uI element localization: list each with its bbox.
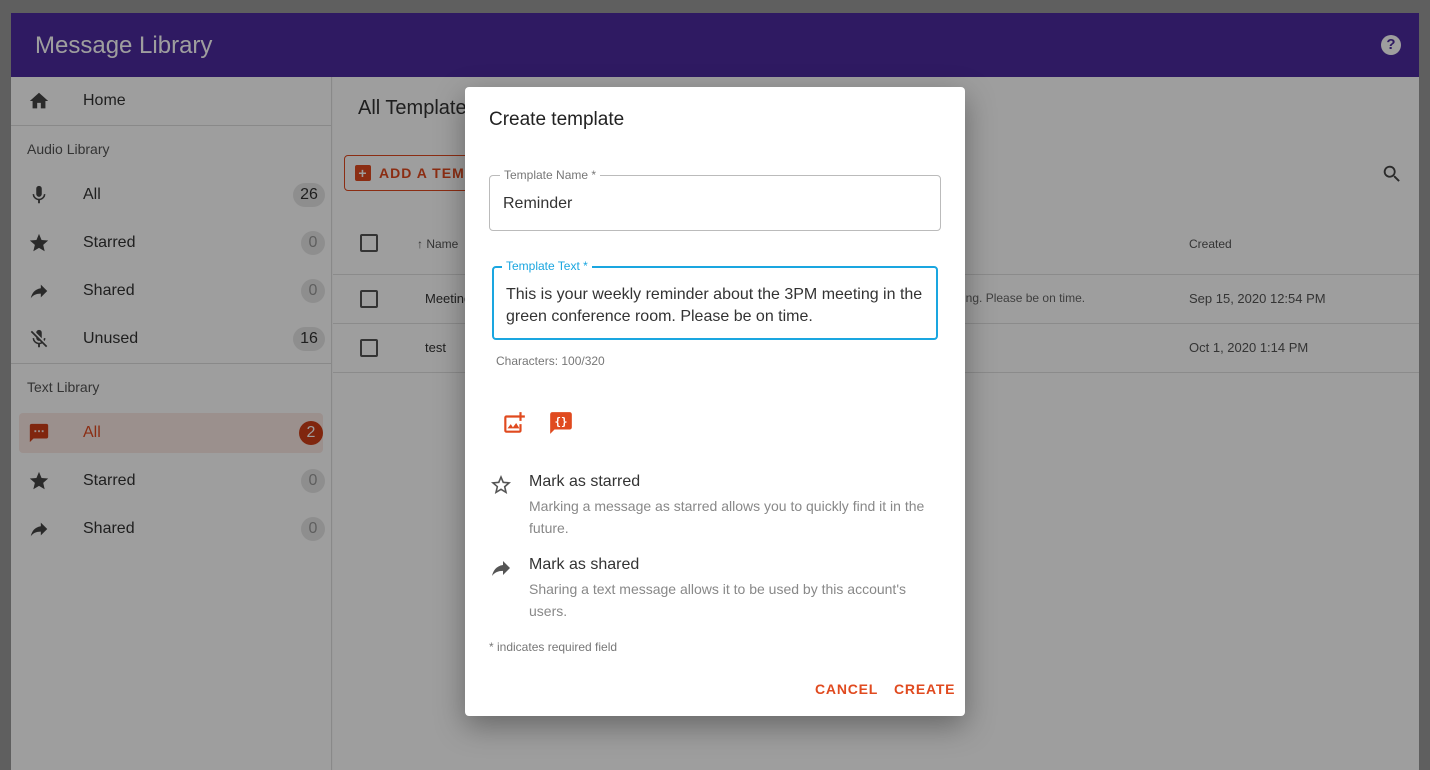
template-text-field[interactable]: Template Text * This is your weekly remi… <box>492 259 938 340</box>
insert-image-button[interactable] <box>501 410 527 436</box>
code-braces-icon: {} <box>550 412 572 434</box>
cancel-button[interactable]: CANCEL <box>815 681 878 697</box>
template-text-input[interactable]: This is your weekly reminder about the 3… <box>506 284 926 334</box>
character-count: Characters: 100/320 <box>496 354 605 368</box>
template-name-input[interactable]: Reminder <box>503 195 572 213</box>
svg-text:{}: {} <box>554 415 567 428</box>
share-arrow-icon[interactable] <box>489 556 513 580</box>
dialog-title: Create template <box>489 109 625 130</box>
template-name-label: Template Name * <box>500 168 601 182</box>
shared-option-title: Mark as shared <box>529 556 640 573</box>
insert-variable-button[interactable]: {} <box>548 410 574 436</box>
template-name-field[interactable]: Template Name * Reminder <box>489 168 941 231</box>
template-text-label: Template Text * <box>502 259 592 273</box>
starred-option-description: Marking a message as starred allows you … <box>529 498 925 536</box>
starred-option-title: Mark as starred <box>529 473 641 490</box>
star-outline-icon[interactable] <box>489 473 513 497</box>
create-button[interactable]: CREATE <box>894 681 955 697</box>
required-field-note: * indicates required field <box>489 640 618 654</box>
add-photo-icon <box>504 412 525 433</box>
create-template-dialog: Create template Template Name * Reminder… <box>465 87 965 716</box>
shared-option-description: Sharing a text message allows it to be u… <box>529 581 906 619</box>
